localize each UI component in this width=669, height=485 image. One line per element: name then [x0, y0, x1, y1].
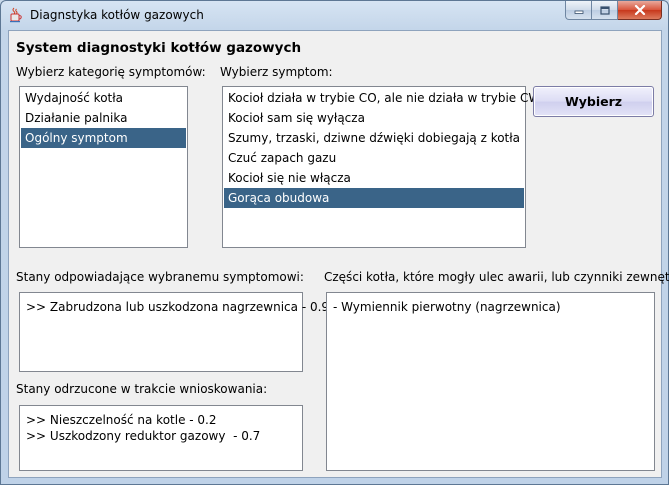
java-cup-icon [8, 7, 24, 23]
page-title: System diagnostyki kotłów gazowych [16, 40, 302, 56]
category-item-wydajnosc[interactable]: Wydajność kotła [21, 88, 186, 108]
title-bar[interactable]: Diagnstyka kotłów gazowych [1, 1, 668, 29]
symptom-label: Wybierz symptom: [220, 65, 333, 79]
category-label: Wybierz kategorię symptomów: [16, 65, 206, 79]
symptom-item-co-cwu[interactable]: Kocioł działa w trybie CO, ale nie dział… [224, 88, 549, 108]
symptom-item-sam-wylacza[interactable]: Kocioł sam się wyłącza [224, 108, 524, 128]
select-button[interactable]: Wybierz [533, 86, 654, 117]
minimize-icon [574, 10, 583, 14]
parts-area[interactable]: - Wymiennik pierwotny (nagrzewnica) [326, 292, 655, 471]
symptom-item-goraca-obudowa[interactable]: Gorąca obudowa [224, 188, 524, 208]
close-icon [634, 5, 645, 15]
category-item-ogolny[interactable]: Ogólny symptom [21, 128, 186, 148]
symptom-item-nie-wlacza[interactable]: Kocioł się nie włącza [224, 168, 524, 188]
category-list[interactable]: Wydajność kotła Działanie palnika Ogólny… [19, 86, 188, 248]
rejected-states-area[interactable]: >> Nieszczelność na kotle - 0.2 >> Uszko… [19, 405, 303, 471]
maximize-icon [599, 5, 610, 15]
matching-states-label: Stany odpowiadające wybranemu symptomowi… [16, 270, 304, 284]
symptom-list[interactable]: Kocioł działa w trybie CO, ale nie dział… [222, 86, 549, 248]
window-title: Diagnstyka kotłów gazowych [30, 8, 204, 22]
symptom-item-zapach-gazu[interactable]: Czuć zapach gazu [224, 148, 524, 168]
parts-label: Części kotła, które mogły ulec awarii, l… [324, 270, 669, 284]
client-area: System diagnostyki kotłów gazowych Wybie… [8, 30, 669, 478]
rejected-states-label: Stany odrzucone w trakcie wnioskowania: [16, 382, 268, 396]
matching-states-area[interactable]: >> Zabrudzona lub uszkodzona nagrzewnica… [19, 292, 329, 372]
category-item-palnik[interactable]: Działanie palnika [21, 108, 186, 128]
window-controls [565, 1, 662, 20]
minimize-button[interactable] [565, 1, 592, 20]
symptom-item-szumy[interactable]: Szumy, trzaski, dziwne dźwięki dobiegają… [224, 128, 524, 148]
maximize-button[interactable] [592, 1, 618, 20]
app-window: Diagnstyka kotłów gazowych System diagno… [0, 0, 669, 485]
close-button[interactable] [618, 1, 662, 20]
